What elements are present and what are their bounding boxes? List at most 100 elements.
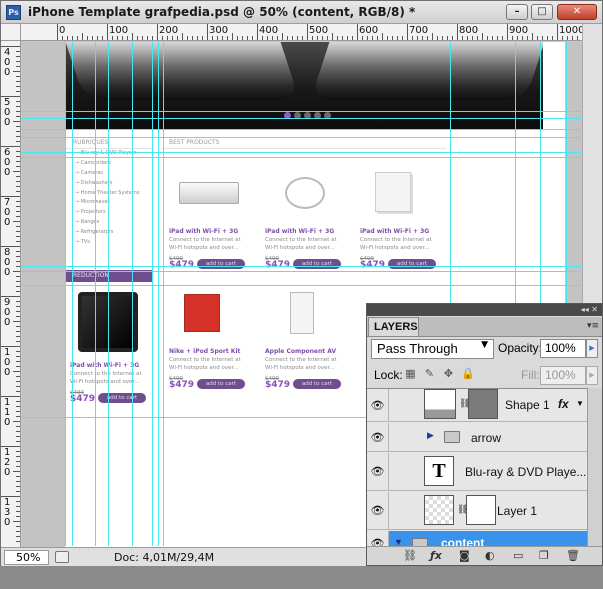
rubrique-link[interactable]: → Cameras xyxy=(65,169,153,179)
product-name[interactable]: iPad with Wi-Fi + 3G xyxy=(265,228,334,235)
product-card[interactable]: iPad with Wi-Fi + 3G Connect to the Inter… xyxy=(360,172,450,270)
vertical-guide[interactable] xyxy=(132,41,133,546)
tab-layers[interactable]: LAYERS xyxy=(368,317,419,336)
horizontal-guide[interactable] xyxy=(21,129,581,130)
eye-icon[interactable]: 👁 xyxy=(367,389,389,421)
link-layers-icon[interactable]: ⛓ xyxy=(403,549,417,562)
product-image[interactable] xyxy=(184,294,220,332)
product-name[interactable]: iPad with Wi-Fi + 3G xyxy=(70,362,139,369)
product-card[interactable]: Apple Component AV Connect to the Interne… xyxy=(265,292,355,390)
horizontal-ruler[interactable]: 0 100 200 300 400 500 600 700 800 900 1000 xyxy=(21,24,582,41)
horizontal-guide[interactable] xyxy=(21,152,581,153)
fx-icon[interactable]: fx xyxy=(558,397,569,411)
layer-row-shape-1[interactable]: 👁 ⛓ Shape 1 fx ▼ xyxy=(367,389,587,422)
minimize-button[interactable]: – xyxy=(506,4,528,20)
lock-position-icon[interactable]: ✥ xyxy=(442,367,455,380)
panel-title-bar[interactable]: ◂◂ ✕ xyxy=(367,304,602,316)
horizontal-guide[interactable] xyxy=(21,111,581,112)
vertical-guide[interactable] xyxy=(158,41,159,546)
fill-field[interactable]: 100% xyxy=(540,366,586,385)
opacity-slider-button[interactable]: ▶ xyxy=(586,339,598,358)
close-button[interactable]: ✕ xyxy=(557,4,597,20)
eye-icon[interactable]: 👁 xyxy=(367,453,389,490)
product-image[interactable] xyxy=(285,177,325,209)
lock-pixels-icon[interactable]: ✎ xyxy=(423,367,436,380)
product-name[interactable]: iPad with Wi-Fi + 3G xyxy=(169,228,238,235)
rubrique-link[interactable]: → Dishwashers xyxy=(65,179,153,189)
add-to-cart-button[interactable]: add to cart xyxy=(98,393,146,403)
new-group-icon[interactable]: ▭ xyxy=(513,549,523,562)
product-card[interactable]: iPad with Wi-Fi + 3G Connect to the Inter… xyxy=(265,172,355,270)
zoom-field[interactable]: 50% xyxy=(4,550,49,565)
ruler-minor-tick xyxy=(16,56,20,57)
ruler-origin[interactable] xyxy=(1,24,21,41)
product-image[interactable] xyxy=(375,172,411,212)
eye-icon[interactable]: 👁 xyxy=(367,423,389,451)
rubrique-link[interactable]: → Microwaves xyxy=(65,198,153,208)
lock-transparency-icon[interactable]: ▦ xyxy=(404,367,417,380)
layer-row-layer-1[interactable]: 👁 ⛓ Layer 1 xyxy=(367,492,587,530)
collapse-icon[interactable]: ◂◂ ✕ xyxy=(581,305,598,314)
ruler-minor-tick xyxy=(497,36,498,40)
trash-icon[interactable]: 🗑 xyxy=(566,549,580,562)
product-card[interactable]: iPad with Wi-Fi + 3G Connect to the Inter… xyxy=(70,292,160,404)
maximize-button[interactable]: □ xyxy=(531,4,553,20)
horizontal-guide[interactable] xyxy=(21,118,581,119)
product-name[interactable]: Nike + iPod Sport Kit xyxy=(169,348,240,355)
rubrique-link[interactable]: → Home Theater Systems xyxy=(65,189,153,199)
vertical-guide[interactable] xyxy=(65,41,66,546)
add-mask-icon[interactable]: ◙ xyxy=(459,549,470,562)
lock-all-icon[interactable]: 🔒 xyxy=(461,367,475,380)
horizontal-guide[interactable] xyxy=(21,157,581,158)
layer-row-content-selected[interactable]: 👁 ▼ content xyxy=(367,531,587,546)
vertical-ruler[interactable]: 4 0 0 5 0 0 6 0 0 7 0 0 8 0 0 9 0 0 1 0 0 1 1 0… xyxy=(1,41,21,547)
eye-icon[interactable]: 👁 xyxy=(367,531,389,546)
ruler-label: 1000 xyxy=(559,25,582,36)
layers-scrollbar[interactable] xyxy=(587,388,602,546)
add-to-cart-button[interactable]: add to cart xyxy=(197,259,245,269)
rubrique-link[interactable]: → Projectors xyxy=(65,208,153,218)
fx-icon[interactable]: ƒx xyxy=(430,549,442,562)
product-image[interactable] xyxy=(179,182,239,204)
rubrique-link[interactable]: → Refrigerators xyxy=(65,228,153,238)
fill-slider-button[interactable]: ▶ xyxy=(586,366,598,385)
vertical-guide[interactable] xyxy=(72,41,73,546)
horizontal-guide[interactable] xyxy=(21,137,581,138)
vertical-guide[interactable] xyxy=(108,41,109,546)
layer-row-bluray-text[interactable]: 👁 T Blu-ray & DVD Playe... xyxy=(367,453,587,491)
rubrique-link[interactable]: → TVs xyxy=(65,238,153,248)
chevron-right-icon[interactable]: ▶ xyxy=(427,430,434,441)
product-image[interactable] xyxy=(290,292,314,334)
add-to-cart-button[interactable]: add to cart xyxy=(197,379,245,389)
add-to-cart-button[interactable]: add to cart xyxy=(293,259,341,269)
rubrique-link[interactable]: → Camcorders xyxy=(65,159,153,169)
vertical-guide[interactable] xyxy=(95,41,96,546)
folder-icon xyxy=(412,538,428,546)
product-name[interactable]: iPad with Wi-Fi + 3G xyxy=(360,228,429,235)
product-card[interactable]: iPad with Wi-Fi + 3G Connect to the Inter… xyxy=(169,172,259,270)
vertical-guide[interactable] xyxy=(163,41,164,546)
chevron-down-icon[interactable]: ▼ xyxy=(394,537,403,546)
adjustment-layer-icon[interactable]: ◐ xyxy=(485,549,495,562)
panel-menu-icon[interactable]: ▾≡ xyxy=(587,321,599,331)
vertical-guide[interactable] xyxy=(152,41,153,546)
rubrique-link[interactable]: → Ranges xyxy=(65,218,153,228)
layer-row-arrow[interactable]: 👁 ▶ arrow xyxy=(367,423,587,452)
expand-effects-icon[interactable]: ▼ xyxy=(576,399,584,408)
title-bar[interactable]: Ps iPhone Template grafpedia.psd @ 50% (… xyxy=(1,1,602,24)
opacity-field[interactable]: 100% xyxy=(540,339,586,358)
ruler-minor-tick xyxy=(97,36,98,40)
add-to-cart-button[interactable]: add to cart xyxy=(293,379,341,389)
ruler-minor-tick xyxy=(16,466,20,467)
horizontal-guide[interactable] xyxy=(21,271,581,272)
horizontal-guide[interactable] xyxy=(21,285,581,286)
product-card[interactable]: Nike + iPod Sport Kit Connect to the Inte… xyxy=(169,292,259,390)
product-name[interactable]: Apple Component AV xyxy=(265,348,336,355)
document-size-info[interactable]: Doc: 4,01M/29,4M xyxy=(114,551,214,564)
new-layer-icon[interactable]: ❐ xyxy=(539,549,549,562)
horizontal-guide[interactable] xyxy=(21,266,581,267)
eye-icon[interactable]: 👁 xyxy=(367,492,389,529)
navigator-icon[interactable] xyxy=(55,551,69,563)
add-to-cart-button[interactable]: add to cart xyxy=(388,259,436,269)
blend-mode-select[interactable]: Pass Through ▼ xyxy=(371,339,494,359)
